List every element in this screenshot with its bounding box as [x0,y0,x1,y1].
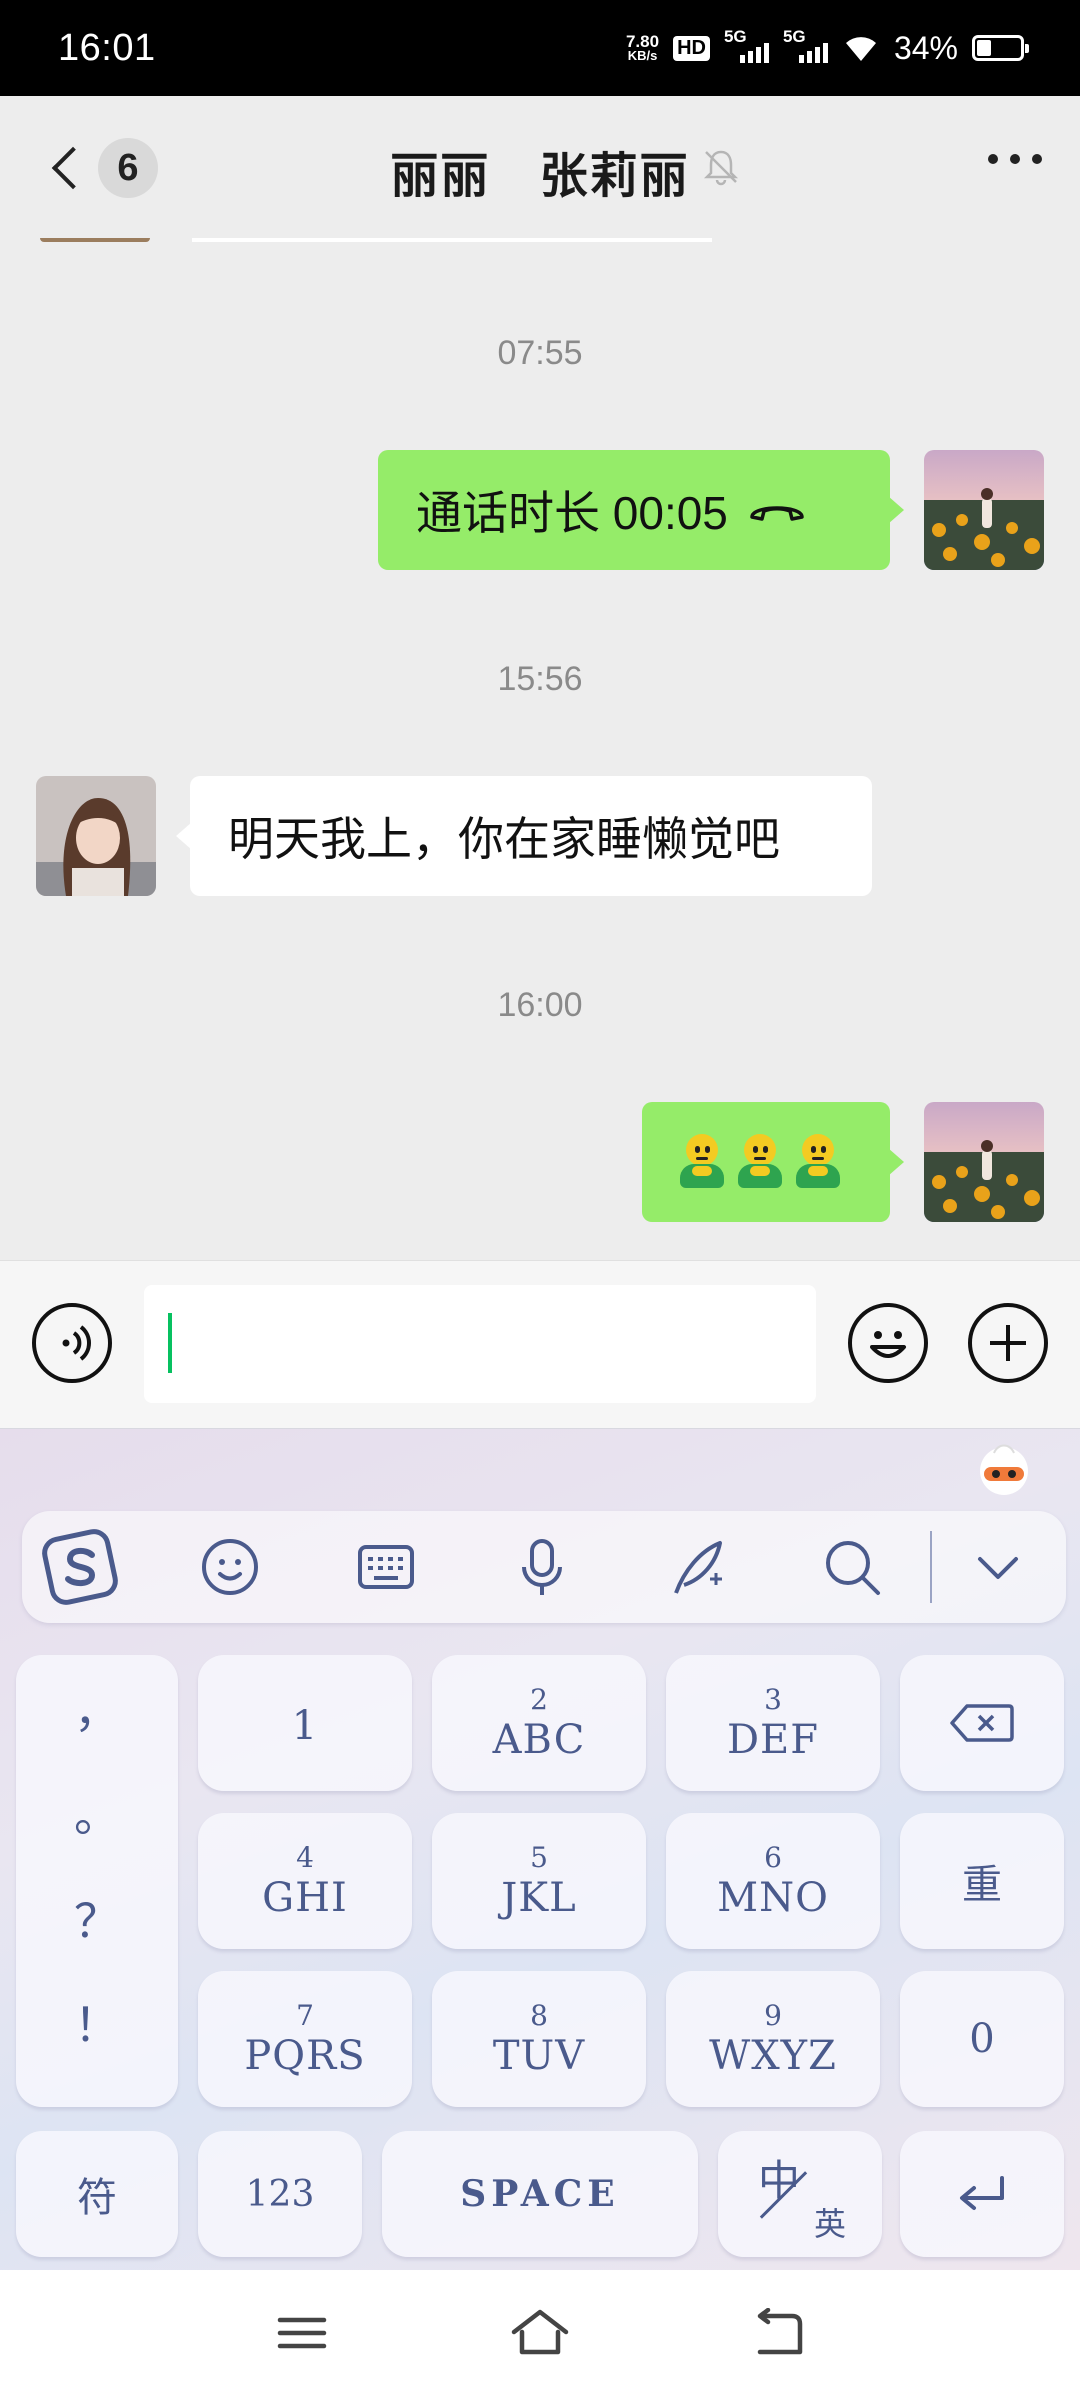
plus-icon [990,1325,1026,1361]
status-icons: 7.80 KB/s HD 5G 5G 34% [625,27,1029,67]
message-timestamp: 07:55 [497,334,583,372]
emoji-button[interactable] [848,1303,928,1383]
dot-icon [1010,154,1020,164]
key-4[interactable]: 4 GHI [198,1813,412,1949]
smiley-icon [870,1331,906,1358]
key-2[interactable]: 2 ABC [432,1655,646,1791]
chevron-down-icon[interactable] [966,1535,1030,1599]
key-3[interactable]: 3 DEF [666,1655,880,1791]
key-0[interactable]: 0 [900,1971,1064,2107]
message-timestamp: 15:56 [497,660,583,698]
punct-period-key[interactable]: 。 [16,1779,178,1845]
status-bar: 16:01 7.80 KB/s HD 5G 5G 34% [0,0,1080,96]
voice-input-button[interactable] [32,1303,112,1383]
contact-avatar[interactable] [36,776,156,896]
enter-key[interactable] [900,2131,1064,2257]
emoji-message-bubble[interactable] [642,1102,904,1222]
signal-icon-sim2: 5G [783,27,828,63]
battery-percent: 34% [893,29,958,66]
text-caret [168,1313,172,1373]
more-functions-button[interactable] [968,1303,1048,1383]
enter-arrow-icon [960,2176,1004,2210]
phone-hangup-icon [750,506,804,521]
menu-icon[interactable] [272,2308,332,2358]
assistant-mascot-icon[interactable] [972,1439,1036,1499]
message-timestamp: 16:00 [497,986,583,1024]
punct-question-key[interactable]: ？ [16,1885,178,1951]
wifi-icon [845,37,876,61]
message-list[interactable]: 07:55 通话时长 00:05 15:56 明天我上，你在家睡懒觉吧 16:0… [0,238,1080,1260]
key-9[interactable]: 9 WXYZ [666,1971,880,2107]
more-options-button[interactable] [988,154,1042,164]
language-switch-key[interactable]: 中 英 [718,2131,882,2257]
ai-quill-icon[interactable] [666,1535,730,1599]
emoji-face-icon[interactable] [198,1535,262,1599]
key-6[interactable]: 6 MNO [666,1813,880,1949]
message-input[interactable] [144,1285,816,1403]
incoming-message-bubble[interactable]: 明天我上，你在家睡懒觉吧 [176,776,872,896]
chat-title[interactable]: 丽丽 张莉丽 [0,136,1080,206]
punct-comma-key[interactable]: ， [16,1675,178,1741]
message-text: 明天我上，你在家睡懒觉吧 [228,813,780,865]
space-key[interactable]: SPACE [382,2131,698,2257]
green-shirt-emoji-icon [736,1134,784,1190]
keyboard-toolbar [22,1511,1066,1623]
dot-icon [1032,154,1042,164]
battery-icon [972,35,1029,61]
backspace-icon [950,1704,1014,1742]
dot-icon [988,154,998,164]
call-duration-bubble[interactable]: 通话时长 00:05 [378,450,904,570]
back-nav-icon[interactable] [748,2308,808,2358]
backspace-key[interactable] [900,1655,1064,1791]
search-icon[interactable] [820,1535,884,1599]
punct-exclaim-key[interactable]: ！ [16,1989,178,2055]
green-shirt-emoji-icon [794,1134,842,1190]
key-7[interactable]: 7 PQRS [198,1971,412,2107]
chat-header: 6 丽丽 张莉丽 [0,96,1080,238]
voice-wave-icon [62,1325,91,1361]
status-time: 16:01 [58,26,156,69]
numbers-key[interactable]: 123 [198,2131,362,2257]
key-5[interactable]: 5 JKL [432,1813,646,1949]
call-duration-text: 通话时长 00:05 [416,487,728,539]
network-speed: 7.80 KB/s [625,31,660,63]
hd-voice-icon: HD [673,35,710,61]
key-1[interactable]: 1 [198,1655,412,1791]
keyboard-layout-icon[interactable] [354,1535,418,1599]
home-icon[interactable] [510,2308,570,2358]
self-avatar[interactable] [924,450,1044,570]
sogou-logo-icon[interactable] [40,1527,120,1607]
previous-bubble-edge [192,238,712,242]
punctuation-column[interactable]: ， 。 ？ ！ [16,1655,178,2107]
previous-avatar-edge [40,238,150,242]
signal-icon-sim1: 5G [724,27,769,63]
self-avatar[interactable] [924,1102,1044,1222]
system-navigation-bar [0,2270,1080,2400]
symbols-key[interactable]: 符 [16,2131,178,2257]
ime-keyboard: ， 。 ？ ！ 1 2 ABC 3 DEF 4 GHI 5 JKL 6 MNO … [0,1428,1080,2270]
reset-key[interactable]: 重 [900,1813,1064,1949]
toolbar-divider [930,1531,932,1603]
key-8[interactable]: 8 TUV [432,1971,646,2107]
message-input-bar [0,1260,1080,1428]
mute-bell-icon [703,150,739,186]
green-shirt-emoji-icon [678,1134,726,1190]
microphone-icon[interactable] [510,1535,574,1599]
